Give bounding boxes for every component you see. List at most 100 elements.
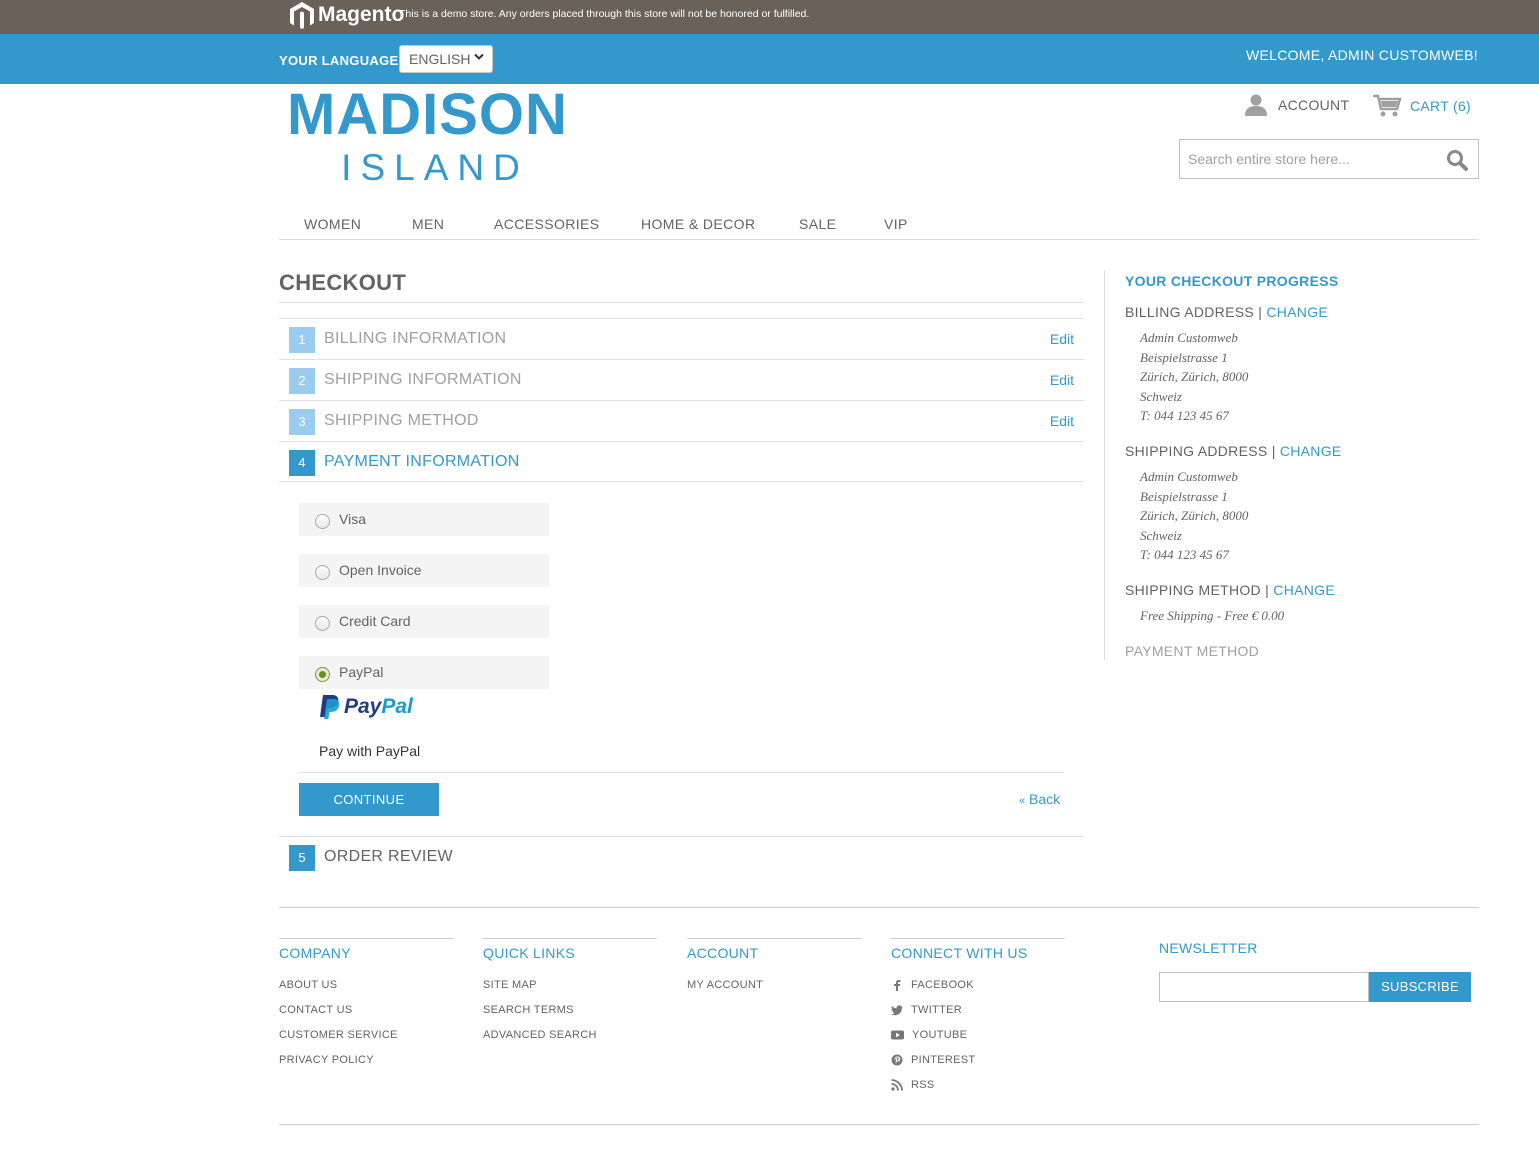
step-billing: 1 BILLING INFORMATION Edit [279, 318, 1084, 359]
footer-company-column: COMPANY ABOUT US CONTACT US CUSTOMER SER… [279, 938, 453, 1067]
language-select[interactable]: ENGLISH [399, 45, 493, 73]
continue-button[interactable]: CONTINUE [299, 783, 439, 816]
header-cart-link[interactable]: CART (6) [1372, 94, 1471, 118]
footer-divider-bottom [279, 1124, 1479, 1125]
magento-logo[interactable]: Magento [289, 0, 404, 30]
footer-link-my-account[interactable]: MY ACCOUNT [687, 978, 861, 992]
pay-with-paypal-text: Pay with PayPal [319, 743, 421, 759]
footer-link-pinterest[interactable]: PINTEREST [891, 1053, 1065, 1067]
payment-option-label: Open Invoice [339, 562, 422, 578]
site-logo[interactable]: MADISON ISLAND [287, 84, 567, 188]
step-number: 2 [289, 368, 315, 394]
nav-item-accessories[interactable]: ACCESSORIES [494, 216, 600, 232]
footer-link-contact-us[interactable]: CONTACT US [279, 1003, 453, 1017]
edit-shipping-method-link[interactable]: Edit [1050, 413, 1074, 429]
shipping-method-value: Free Shipping - Free € 0.00 [1140, 608, 1285, 623]
account-label: ACCOUNT [1278, 97, 1350, 113]
nav-item-vip[interactable]: VIP [884, 216, 908, 232]
footer-link-about-us[interactable]: ABOUT US [279, 978, 453, 992]
search-icon[interactable] [1446, 149, 1468, 176]
shipping-method-heading: SHIPPING METHOD | CHANGE [1125, 582, 1335, 598]
search-input[interactable] [1180, 140, 1435, 178]
footer-link-site-map[interactable]: SITE MAP [483, 978, 657, 992]
youtube-icon [891, 1030, 904, 1040]
footer-link-youtube[interactable]: YOUTUBE [891, 1028, 1065, 1042]
rss-icon [891, 1079, 903, 1091]
footer-column-title: QUICK LINKS [483, 945, 575, 961]
back-link[interactable]: « Back [1019, 791, 1060, 807]
payment-option-open-invoice[interactable]: Open Invoice [299, 554, 549, 587]
footer-account-column: ACCOUNT MY ACCOUNT [687, 938, 861, 992]
search-box [1179, 139, 1479, 179]
checkout-progress-title: YOUR CHECKOUT PROGRESS [1125, 273, 1339, 289]
address-line: Beispielstrasse 1 [1140, 349, 1228, 365]
footer-divider-top [279, 907, 1479, 908]
payment-option-label: PayPal [339, 664, 384, 680]
newsletter-email-input[interactable] [1159, 972, 1369, 1002]
footer-link-privacy-policy[interactable]: PRIVACY POLICY [279, 1053, 453, 1067]
twitter-label: TWITTER [911, 1004, 962, 1016]
billing-heading-text: BILLING ADDRESS [1125, 304, 1254, 320]
address-line: Zürich, Zürich, 8000 [1140, 508, 1249, 523]
footer-link-facebook[interactable]: FACEBOOK [891, 978, 1065, 992]
footer-link-twitter[interactable]: TWITTER [891, 1003, 1065, 1017]
nav-item-home-decor[interactable]: HOME & DECOR [641, 216, 755, 232]
rss-label: RSS [911, 1079, 935, 1091]
step-number: 1 [289, 327, 315, 353]
step-payment: 4 PAYMENT INFORMATION [279, 441, 1084, 482]
footer-connect-column: CONNECT WITH US FACEBOOK TWITTER YOUTUBE… [891, 938, 1065, 1092]
nav-item-sale[interactable]: SALE [799, 216, 836, 232]
demo-notice-text: This is a demo store. Any orders placed … [399, 8, 810, 20]
payment-option-label: Credit Card [339, 613, 411, 629]
language-selected-value: ENGLISH [409, 51, 471, 67]
payment-option-paypal[interactable]: PayPal [299, 656, 549, 689]
payment-radio-credit-card[interactable] [315, 616, 330, 631]
step-label: PAYMENT INFORMATION [324, 453, 520, 470]
address-line: T: 044 123 45 67 [1140, 408, 1229, 423]
language-bar: YOUR LANGUAGE: ENGLISH WELCOME, ADMIN CU… [0, 34, 1539, 84]
chevron-down-icon [474, 52, 484, 64]
payment-radio-paypal[interactable] [315, 667, 330, 682]
footer-quick-links-column: QUICK LINKS SITE MAP SEARCH TERMS ADVANC… [483, 938, 657, 1042]
change-shipping-method-link[interactable]: CHANGE [1273, 582, 1335, 598]
header-account-link[interactable]: ACCOUNT [1244, 94, 1349, 116]
payment-option-credit-card[interactable]: Credit Card [299, 605, 549, 638]
billing-address-heading: BILLING ADDRESS | CHANGE [1125, 304, 1329, 320]
buttons-divider [299, 772, 1064, 773]
paypal-logo-text: PayPal [344, 695, 413, 719]
payment-option-visa[interactable]: Visa [299, 503, 549, 536]
paypal-logo: PayPal [319, 694, 413, 720]
address-line: Schweiz [1140, 388, 1182, 404]
address-line: Schweiz [1140, 527, 1182, 543]
footer-link-customer-service[interactable]: CUSTOMER SERVICE [279, 1028, 453, 1042]
payment-radio-visa[interactable] [315, 514, 330, 529]
nav-item-women[interactable]: WOMEN [304, 216, 361, 232]
step-number: 5 [289, 845, 315, 871]
payment-radio-open-invoice[interactable] [315, 565, 330, 580]
cart-label: CART (6) [1410, 98, 1472, 114]
cart-icon [1373, 94, 1402, 117]
footer-link-search-terms[interactable]: SEARCH TERMS [483, 1003, 657, 1017]
footer-link-rss[interactable]: RSS [891, 1078, 1065, 1092]
edit-billing-link[interactable]: Edit [1050, 331, 1074, 347]
edit-shipping-link[interactable]: Edit [1050, 372, 1074, 388]
change-billing-link[interactable]: CHANGE [1266, 304, 1328, 320]
shipping-address-block: Admin Customweb Beispielstrasse 1 Zürich… [1140, 467, 1248, 565]
change-shipping-link[interactable]: CHANGE [1280, 443, 1342, 459]
address-line: Admin Customweb [1140, 469, 1238, 484]
demo-notice-bar: Magento This is a demo store. Any orders… [0, 0, 1539, 34]
magento-hexagon-icon [290, 2, 314, 29]
subscribe-button[interactable]: SUBSCRIBE [1369, 972, 1471, 1002]
footer-link-advanced-search[interactable]: ADVANCED SEARCH [483, 1028, 657, 1042]
footer-column-title: CONNECT WITH US [891, 945, 1028, 961]
step-label: SHIPPING INFORMATION [324, 371, 522, 388]
nav-item-men[interactable]: MEN [412, 216, 444, 232]
facebook-icon [894, 980, 901, 991]
address-line: T: 044 123 45 67 [1140, 547, 1229, 562]
step-label: ORDER REVIEW [324, 848, 453, 865]
magento-brand-text: Magento [318, 3, 405, 26]
paypal-logo-text-pal: Pal [381, 695, 413, 718]
address-line: Admin Customweb [1140, 330, 1238, 345]
sidebar-divider [1104, 270, 1105, 660]
back-label: Back [1029, 791, 1061, 807]
